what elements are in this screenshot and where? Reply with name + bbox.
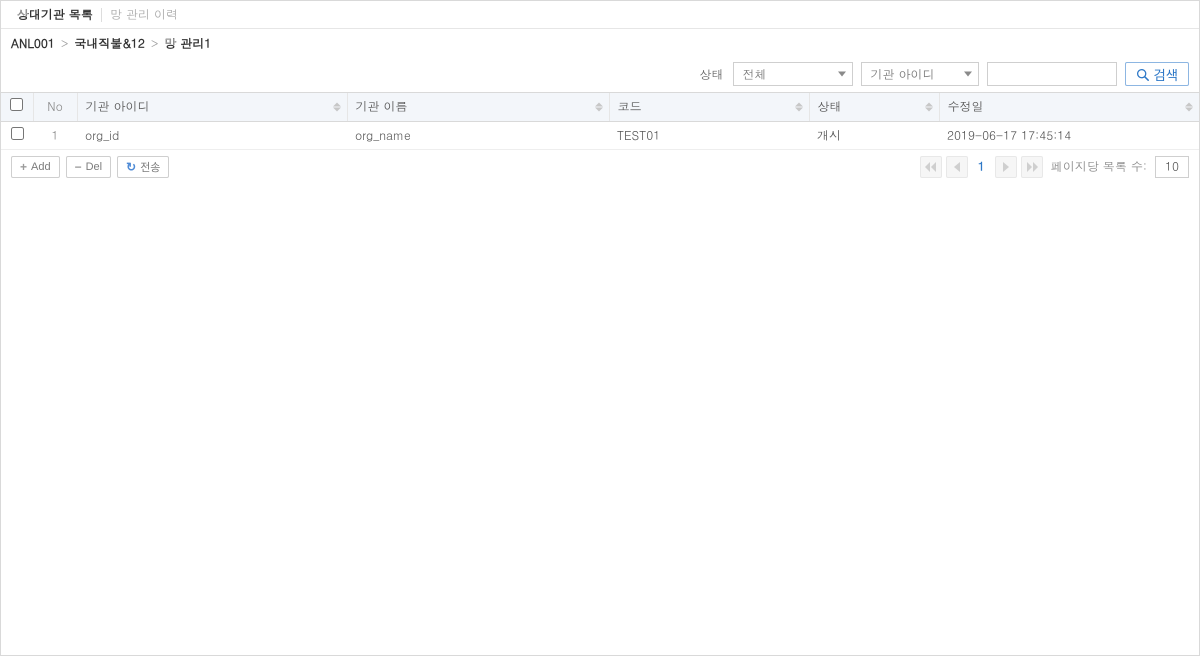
tab-label: 망 관리 이력 xyxy=(110,6,178,23)
grid-footer: + Add − Del ↻ 전송 xyxy=(1,150,1199,184)
search-input[interactable] xyxy=(987,62,1117,86)
col-header-checkbox xyxy=(1,93,33,121)
tab-label: 상대기관 목록 xyxy=(17,6,93,23)
table-header-row: No 기관 아이디 기관 이름 코드 상태 xyxy=(1,93,1199,121)
button-label: Del xyxy=(86,161,103,173)
sort-indicator xyxy=(333,102,341,111)
cell-code: TEST01 xyxy=(609,121,809,149)
search-field-select[interactable]: 기관 아이디 xyxy=(861,62,979,86)
breadcrumb-item-3[interactable]: 망 관리1 xyxy=(164,35,211,52)
pager-last-button[interactable] xyxy=(1021,156,1043,178)
perpage-input[interactable] xyxy=(1155,156,1189,178)
col-header-no[interactable]: No xyxy=(33,93,77,121)
footer-actions: + Add − Del ↻ 전송 xyxy=(11,156,169,178)
pager-prev-button[interactable] xyxy=(946,156,968,178)
status-filter-select[interactable]: 전체 xyxy=(733,62,853,86)
row-checkbox-cell xyxy=(1,121,33,149)
breadcrumb-item-1[interactable]: ANL001 xyxy=(11,35,55,52)
select-value: 기관 아이디 xyxy=(870,66,934,83)
search-button[interactable]: 검색 xyxy=(1125,62,1189,86)
tab-network-history[interactable]: 망 관리 이력 xyxy=(102,1,186,28)
breadcrumb: ANL001 > 국내직불&12 > 망 관리1 xyxy=(11,35,1189,52)
data-table: No 기관 아이디 기관 이름 코드 상태 xyxy=(1,93,1199,150)
filter-bar: 상태 전체 기관 아이디 검색 xyxy=(1,56,1199,92)
breadcrumb-bar: ANL001 > 국내직불&12 > 망 관리1 xyxy=(1,29,1199,56)
cell-updated: 2019-06-17 17:45:14 xyxy=(939,121,1199,149)
select-all-checkbox[interactable] xyxy=(10,98,23,111)
double-chevron-left-icon xyxy=(925,162,937,172)
send-icon: ↻ xyxy=(126,161,136,173)
row-checkbox[interactable] xyxy=(11,127,24,140)
page-container: 상대기관 목록 망 관리 이력 ANL001 > 국내직불&12 > 망 관리1… xyxy=(0,0,1200,656)
chevron-right-icon xyxy=(1002,162,1010,172)
perpage-label: 페이지당 목록 수: xyxy=(1051,158,1147,175)
pager-first-button[interactable] xyxy=(920,156,942,178)
col-header-code[interactable]: 코드 xyxy=(609,93,809,121)
cell-org-id: org_id xyxy=(77,121,347,149)
col-header-label: 상태 xyxy=(818,98,842,115)
col-header-org-name[interactable]: 기관 이름 xyxy=(347,93,609,121)
table-row[interactable]: 1 org_id org_name TEST01 개시 2019-06-17 1… xyxy=(1,121,1199,149)
col-header-label: 수정일 xyxy=(948,98,984,115)
col-header-status[interactable]: 상태 xyxy=(809,93,939,121)
breadcrumb-sep: > xyxy=(151,35,159,52)
col-header-label: 기관 이름 xyxy=(356,98,408,115)
data-grid: No 기관 아이디 기관 이름 코드 상태 xyxy=(1,92,1199,150)
tab-bar: 상대기관 목록 망 관리 이력 xyxy=(1,1,1199,29)
status-filter-label: 상태 xyxy=(699,66,723,83)
sort-indicator xyxy=(795,102,803,111)
delete-button[interactable]: − Del xyxy=(66,156,112,178)
double-chevron-right-icon xyxy=(1026,162,1038,172)
footer-pagination: 1 페이지당 목록 수: xyxy=(920,156,1189,178)
minus-icon: − xyxy=(75,161,82,173)
chevron-down-icon xyxy=(838,72,846,77)
add-button[interactable]: + Add xyxy=(11,156,60,178)
sort-indicator xyxy=(925,102,933,111)
cell-org-name: org_name xyxy=(347,121,609,149)
col-header-updated[interactable]: 수정일 xyxy=(939,93,1199,121)
breadcrumb-sep: > xyxy=(61,35,69,52)
sort-indicator xyxy=(595,102,603,111)
cell-status: 개시 xyxy=(809,121,939,149)
plus-icon: + xyxy=(20,161,27,173)
cell-no: 1 xyxy=(33,121,77,149)
search-icon xyxy=(1136,68,1149,81)
button-label: Add xyxy=(31,161,51,173)
chevron-left-icon xyxy=(953,162,961,172)
col-header-label: 기관 아이디 xyxy=(86,98,150,115)
col-header-org-id[interactable]: 기관 아이디 xyxy=(77,93,347,121)
button-label: 전송 xyxy=(140,159,160,175)
send-button[interactable]: ↻ 전송 xyxy=(117,156,169,178)
pager: 1 xyxy=(920,156,1043,178)
col-header-label: 코드 xyxy=(618,98,642,115)
tab-partner-org-list[interactable]: 상대기관 목록 xyxy=(9,1,101,28)
pager-next-button[interactable] xyxy=(995,156,1017,178)
select-value: 전체 xyxy=(742,66,766,83)
chevron-down-icon xyxy=(964,72,972,77)
pager-current-page: 1 xyxy=(972,158,991,175)
breadcrumb-item-2[interactable]: 국내직불&12 xyxy=(74,35,145,52)
col-header-label: No xyxy=(47,98,63,115)
search-button-label: 검색 xyxy=(1153,65,1178,84)
sort-indicator xyxy=(1185,102,1193,111)
